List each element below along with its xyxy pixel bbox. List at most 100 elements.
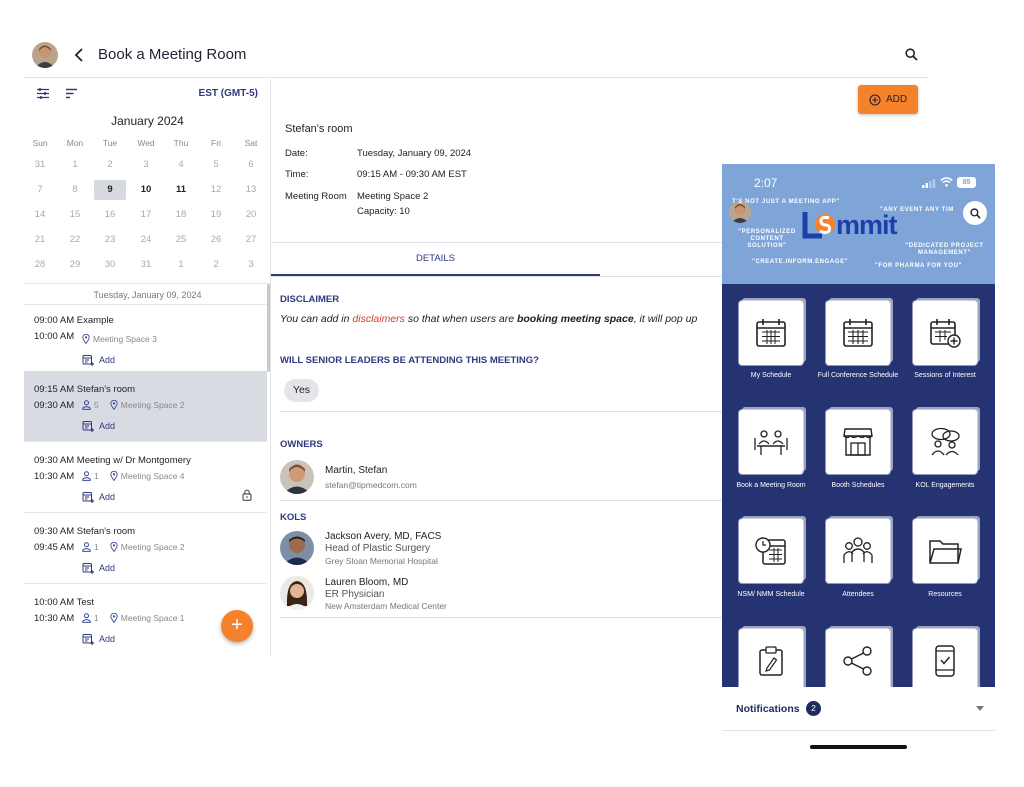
add-event-fab[interactable]: + (221, 610, 253, 642)
event-start-time: 10:00 AM Test (34, 597, 95, 608)
calendar-day[interactable]: 28 (24, 255, 56, 275)
event-add-button[interactable]: Add (82, 491, 115, 503)
calendar-day[interactable]: 7 (24, 180, 56, 200)
calendar-day[interactable]: 26 (200, 230, 232, 250)
tab-details[interactable]: DETAILS (271, 253, 600, 264)
calendar-day[interactable]: 17 (130, 205, 162, 225)
event-add-label: Add (99, 634, 116, 644)
calendar-add-icon (82, 563, 94, 574)
calendar-day[interactable]: 3 (235, 255, 267, 275)
calendar-day[interactable]: 24 (130, 230, 162, 250)
calendar-day[interactable]: 27 (235, 230, 267, 250)
search-icon (969, 207, 981, 219)
tile-clipboard[interactable] (739, 629, 803, 687)
tile-share[interactable] (826, 629, 890, 687)
calendar-add-icon (930, 319, 961, 348)
calendar-day[interactable]: 22 (59, 230, 91, 250)
event-add-button[interactable]: Add (82, 633, 115, 645)
calendar-grid-icon (843, 319, 873, 347)
weekday-label: Sat (244, 138, 258, 148)
calendar-day[interactable]: 23 (94, 230, 126, 250)
event-list-item[interactable]: 09:30 AM Meeting w/ Dr Montgomery 10:30 … (24, 442, 267, 513)
notifications-bar[interactable]: Notifications 2 (722, 687, 995, 731)
calendar-day[interactable]: 29 (59, 255, 91, 275)
clipboard-icon (759, 646, 783, 676)
meeting-room-icon (754, 430, 788, 455)
event-attendee-count: 1 (94, 613, 99, 623)
calendar-day[interactable]: 3 (130, 155, 162, 175)
calendar-panel: EST (GMT-5) January 2024 Sun Mon Tue Wed… (24, 79, 271, 657)
event-list-item[interactable]: 09:30 AM Stefan's room 09:45 AM 1 Meetin… (24, 513, 267, 584)
back-chevron-icon[interactable] (74, 48, 84, 62)
page-title: Book a Meeting Room (98, 46, 247, 63)
chevron-down-icon[interactable] (976, 706, 984, 711)
calendar-month-title: January 2024 (111, 114, 184, 128)
event-add-label: Add (99, 492, 116, 502)
event-add-button[interactable]: Add (82, 420, 115, 432)
owner-email[interactable]: stefan@tipmedcom.com (325, 480, 417, 490)
calendar-day[interactable]: 4 (165, 155, 197, 175)
calendar-day[interactable]: 10 (130, 180, 162, 200)
tile-label: Booth Schedules (831, 482, 885, 489)
event-list-item-selected[interactable]: 09:15 AM Stefan's room 09:30 AM 5 Meetin… (24, 371, 267, 442)
disclaimer-link[interactable]: disclaimers (352, 313, 405, 325)
calendar-day[interactable]: 6 (235, 155, 267, 175)
add-circle-icon (869, 93, 881, 106)
tile-resources[interactable] (913, 519, 977, 583)
event-list-item[interactable]: 09:00 AM Example 10:00 AM Meeting Space … (24, 305, 267, 376)
tile-attendees[interactable] (826, 519, 890, 583)
calendar-day[interactable]: 2 (94, 155, 126, 175)
tile-nsm-nmm-schedule[interactable] (739, 519, 803, 583)
calendar-day[interactable]: 21 (24, 230, 56, 250)
tile-kol-engagements[interactable] (913, 410, 977, 474)
filter-sliders-icon[interactable] (36, 87, 50, 100)
calendar-day[interactable]: 13 (235, 180, 267, 200)
calendar-day[interactable]: 20 (235, 205, 267, 225)
user-avatar[interactable] (32, 42, 58, 68)
tile-full-conference-schedule[interactable] (826, 301, 890, 365)
banner-tagline: "DEDICATED PROJECT MANAGEMENT" (905, 243, 984, 256)
folder-icon (929, 540, 962, 564)
calendar-day[interactable]: 18 (165, 205, 197, 225)
event-add-button[interactable]: Add (82, 562, 115, 574)
weekday-label: Fri (211, 138, 221, 148)
calendar-day[interactable]: 5 (200, 155, 232, 175)
attendees-icon (843, 537, 873, 563)
senior-leaders-question: WILL SENIOR LEADERS BE ATTENDING THIS ME… (280, 355, 539, 366)
event-meta: 5 Meeting Space 2 (82, 400, 185, 410)
calendar-day[interactable]: 31 (130, 255, 162, 275)
calendar-day[interactable]: 1 (165, 255, 197, 275)
calendar-day[interactable]: 19 (200, 205, 232, 225)
calendar-day[interactable]: 11 (165, 180, 197, 200)
tile-booth-schedules[interactable] (826, 410, 890, 474)
calendar-day[interactable]: 16 (94, 205, 126, 225)
event-end-time: 10:30 AM (34, 471, 75, 482)
timezone-selector[interactable]: EST (GMT-5) (199, 88, 258, 99)
event-add-button[interactable]: Add (82, 354, 115, 366)
tile-sessions-of-interest[interactable] (913, 301, 977, 365)
event-end-time: 09:45 AM (34, 542, 75, 553)
calendar-day-selected[interactable]: 9 (94, 180, 126, 200)
calendar-day[interactable]: 31 (24, 155, 56, 175)
search-icon[interactable] (905, 48, 918, 61)
calendar-day[interactable]: 30 (94, 255, 126, 275)
tile-mobile-check[interactable] (913, 629, 977, 687)
tile-book-a-meeting-room[interactable] (739, 410, 803, 474)
event-list-scrollbar[interactable] (267, 284, 270, 372)
tile-my-schedule[interactable] (739, 301, 803, 365)
add-button[interactable]: ADD (858, 85, 918, 114)
mobile-header-banner: 2:07 85 T'S NOT JUST A MEETING APP" "ANY… (722, 164, 995, 284)
kol-organization: New Amsterdam Medical Center (325, 601, 447, 611)
calendar-day[interactable]: 1 (59, 155, 91, 175)
calendar-day[interactable]: 8 (59, 180, 91, 200)
calendar-day[interactable]: 12 (200, 180, 232, 200)
event-meta: 1 Meeting Space 4 (82, 471, 185, 481)
calendar-day[interactable]: 2 (200, 255, 232, 275)
calendar-day[interactable]: 14 (24, 205, 56, 225)
calendar-day[interactable]: 15 (59, 205, 91, 225)
tile-label: Sessions of Interest (914, 372, 976, 379)
divider (280, 411, 722, 412)
mobile-search-button[interactable] (963, 201, 987, 225)
calendar-day[interactable]: 25 (165, 230, 197, 250)
sort-icon[interactable] (65, 88, 78, 99)
